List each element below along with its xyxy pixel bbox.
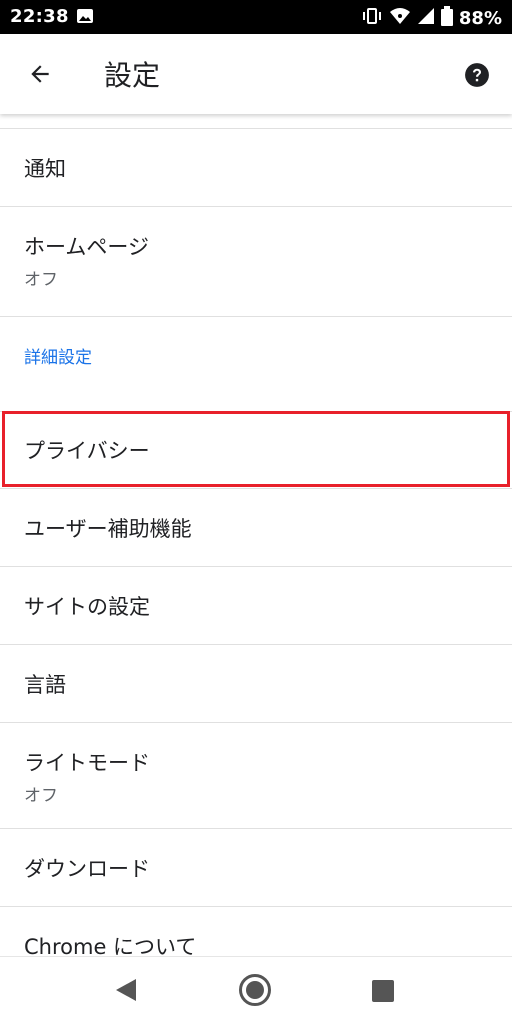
settings-item-sublabel: オフ: [24, 270, 58, 290]
settings-item-sublabel: オフ: [24, 786, 58, 806]
settings-item-accessibility[interactable]: ユーザー補助機能: [0, 489, 512, 567]
settings-item-homepage[interactable]: ホームページ オフ: [0, 207, 512, 317]
settings-item-label: プライバシー: [24, 439, 150, 463]
settings-item-languages[interactable]: 言語: [0, 645, 512, 723]
settings-list: 通知 ホームページ オフ 詳細設定 プライバシー ユーザー補助機能 サイトの設定…: [0, 114, 512, 985]
section-header-advanced: 詳細設定: [0, 317, 512, 411]
wifi-icon: [389, 7, 411, 30]
settings-item-label: ユーザー補助機能: [24, 516, 192, 541]
back-button[interactable]: [22, 56, 58, 92]
signal-icon: [417, 7, 435, 30]
system-nav-bar: [0, 956, 512, 1025]
recent-square-icon[interactable]: [372, 980, 394, 1002]
settings-item-privacy[interactable]: プライバシー: [0, 411, 512, 489]
settings-item-label: ホームページ: [24, 235, 149, 259]
settings-item-label: サイトの設定: [24, 594, 150, 619]
status-bar: 22:38 88%: [0, 0, 512, 34]
settings-item-label: ライトモード: [24, 751, 150, 775]
vibrate-icon: [361, 7, 383, 30]
back-triangle-icon: [116, 979, 136, 1001]
home-circle-icon: [239, 974, 271, 1006]
help-circle-icon: [465, 63, 489, 87]
photo-icon: [76, 8, 94, 29]
nav-back-button[interactable]: [114, 977, 138, 1007]
nav-home-button[interactable]: [238, 973, 272, 1011]
page-title: 設定: [104, 59, 161, 92]
settings-item-downloads[interactable]: ダウンロード: [0, 829, 512, 907]
battery-icon: [440, 6, 453, 31]
settings-item-label: 通知: [24, 156, 66, 181]
section-header-label: 詳細設定: [24, 348, 92, 368]
settings-item-lite-mode[interactable]: ライトモード オフ: [0, 723, 512, 829]
settings-item-label: 言語: [24, 672, 66, 697]
battery-percent: 88%: [458, 8, 502, 29]
status-time: 22:38: [10, 6, 69, 27]
settings-item-label: ダウンロード: [24, 856, 150, 881]
arrow-left-icon: [31, 65, 49, 83]
settings-item-notifications[interactable]: 通知: [0, 129, 512, 207]
app-bar: 設定: [0, 34, 512, 114]
status-right: 88%: [361, 6, 502, 31]
help-button[interactable]: [464, 62, 490, 88]
settings-item-site-settings[interactable]: サイトの設定: [0, 567, 512, 645]
